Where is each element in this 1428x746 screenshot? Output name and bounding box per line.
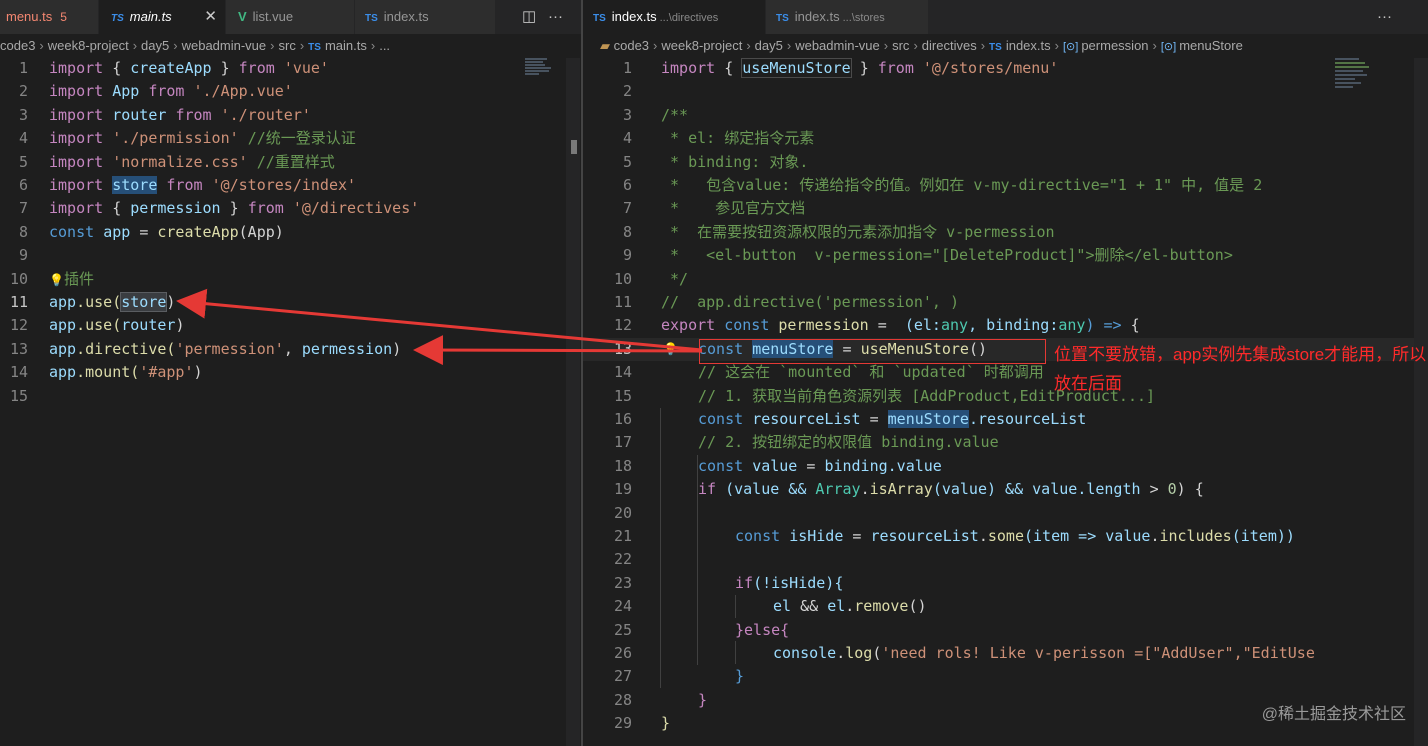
breadcrumb-item[interactable]: permession [1081, 38, 1148, 53]
problems-badge: 5 [60, 10, 67, 24]
highlight-box [699, 339, 1046, 364]
tab-path: ...\stores [842, 12, 885, 24]
right-code-editor[interactable]: 1 import { useMenuStore } from '@/stores/… [583, 57, 1428, 746]
typescript-icon: TS [593, 13, 606, 24]
typescript-icon: TS [776, 13, 789, 24]
breadcrumb-item[interactable]: day5 [755, 38, 783, 53]
more-actions-icon[interactable]: ··· [548, 0, 563, 34]
symbol-icon: [⊙] [1062, 41, 1079, 53]
typescript-icon: TS [989, 42, 1002, 53]
tab-menu-ts[interactable]: menu.ts 5 [0, 0, 98, 34]
tab-main-ts[interactable]: TS main.ts ✕ [99, 0, 225, 34]
tab-label: main.ts [129, 9, 172, 24]
tab-path: ...\directives [659, 12, 719, 24]
typescript-icon: TS [365, 13, 378, 24]
breadcrumb-item[interactable]: week8-project [661, 38, 742, 53]
lightbulb-icon[interactable]: 💡 [49, 273, 64, 287]
breadcrumb-item[interactable]: menuStore [1179, 38, 1243, 53]
tab-label: index.ts [794, 9, 840, 24]
tab-list-vue[interactable]: Vlist.vue [226, 0, 354, 34]
symbol-icon: [⊙] [1160, 41, 1177, 53]
scrollbar[interactable] [1414, 58, 1428, 746]
breadcrumb-item[interactable]: webadmin-vue [182, 38, 267, 53]
annotation-note: 位置不要放错，app实例先集成store才能用，所以放在后面 [1054, 345, 1427, 393]
tab-label: index.ts [611, 9, 657, 24]
tab-label: menu.ts [6, 9, 53, 24]
breadcrumb-item[interactable]: webadmin-vue [795, 38, 880, 53]
minimap[interactable] [1335, 58, 1375, 98]
breadcrumb-item[interactable]: code3 [0, 38, 35, 53]
tab-index-ts-stores[interactable]: TS index.ts ...\stores [766, 0, 928, 34]
tab-label: list.vue [252, 9, 294, 24]
tab-label: index.ts [383, 9, 429, 24]
folder-icon: ▰ [600, 38, 614, 53]
breadcrumb: ▰ code3 › week8-project › day5 › webadmin-vue ›… [600, 38, 1243, 53]
split-editor-icon[interactable]: ◫ [522, 0, 536, 34]
line-number: 1 [18, 59, 28, 77]
typescript-icon: TS [308, 42, 321, 53]
typescript-icon: TS [111, 13, 124, 24]
breadcrumb-item[interactable]: main.ts [325, 38, 367, 53]
left-tab-bar: menu.ts 5 TS main.ts ✕ Vlist.vue TS index.t… [0, 0, 581, 34]
right-tab-bar: TS index.ts ...\directives TS index.ts ...\s… [583, 0, 1428, 34]
more-actions-icon[interactable]: ··· [1377, 0, 1392, 34]
breadcrumb-item[interactable]: src [892, 38, 909, 53]
left-code-editor[interactable]: 1 import { createApp } from 'vue' 2 import… [0, 57, 581, 746]
lightbulb-icon[interactable]: 💡 [663, 338, 678, 361]
scrollbar[interactable] [566, 58, 580, 746]
watermark: @稀土掘金技术社区 [1261, 706, 1406, 723]
breadcrumb-item[interactable]: index.ts [1006, 38, 1051, 53]
breadcrumb-item[interactable]: directives [922, 38, 977, 53]
breadcrumb-item[interactable]: src [278, 38, 295, 53]
left-editor-group: menu.ts 5 TS main.ts ✕ Vlist.vue TS index.t… [0, 0, 581, 746]
tab-index-ts[interactable]: TS index.ts [355, 0, 495, 34]
minimap[interactable] [525, 58, 565, 98]
breadcrumb: code3 › week8-project › day5 › webadmin-vue › sr… [0, 38, 391, 53]
tab-index-ts-directives[interactable]: TS index.ts ...\directives [583, 0, 765, 34]
close-icon[interactable]: ✕ [204, 0, 217, 34]
breadcrumb-item[interactable]: code3 [614, 38, 649, 53]
breadcrumb-item[interactable]: week8-project [48, 38, 129, 53]
breadcrumb-item[interactable]: day5 [141, 38, 169, 53]
vue-icon: V [238, 9, 247, 24]
breadcrumb-item[interactable]: ... [379, 38, 390, 53]
